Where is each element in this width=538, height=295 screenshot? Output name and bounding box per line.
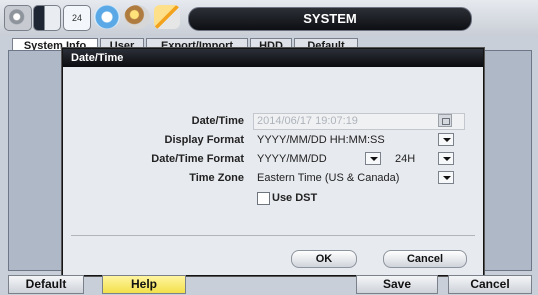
disk-icon[interactable] (124, 5, 150, 29)
ok-button[interactable]: OK (291, 250, 357, 268)
datetime-dialog: Date/Time Date/Time 2014/06/17 19:07:19 … (62, 48, 484, 276)
time-zone-label: Time Zone (189, 172, 244, 184)
calendar-icon[interactable]: 24 (63, 5, 91, 31)
time-zone-dropdown-icon[interactable] (438, 171, 454, 184)
calendar-icon-text: 24 (71, 13, 82, 23)
tools-icon[interactable] (154, 5, 180, 29)
date-format-value[interactable]: YYYY/MM/DD (257, 153, 327, 165)
help-button[interactable]: Help (102, 275, 186, 294)
datetime-format-label: Date/Time Format (151, 153, 244, 165)
video-toggle-icon[interactable] (33, 5, 61, 31)
datetime-label: Date/Time (191, 115, 244, 127)
datetime-value: 2014/06/17 19:07:19 (257, 115, 358, 127)
display-format-dropdown-icon[interactable] (438, 133, 454, 146)
display-format-value[interactable]: YYYY/MM/DD HH:MM:SS (257, 134, 385, 146)
hour-format-dropdown-icon[interactable] (438, 152, 454, 165)
window-title: SYSTEM (188, 7, 472, 31)
save-button[interactable]: Save (356, 275, 438, 294)
date-format-dropdown-icon[interactable] (365, 152, 381, 165)
default-button[interactable]: Default (8, 275, 84, 294)
cancel-button[interactable]: Cancel (448, 275, 532, 294)
dialog-cancel-button[interactable]: Cancel (383, 250, 467, 268)
hour-format-value[interactable]: 24H (395, 153, 415, 165)
display-format-label: Display Format (164, 134, 244, 146)
top-toolbar: 24 SYSTEM (0, 0, 538, 36)
network-icon[interactable] (94, 5, 120, 29)
dialog-divider (71, 235, 475, 236)
use-dst-checkbox[interactable] (257, 192, 270, 205)
time-zone-value[interactable]: Eastern Time (US & Canada) (257, 172, 399, 184)
settings-gear-icon[interactable] (4, 5, 32, 31)
calendar-picker-icon (438, 114, 452, 127)
use-dst-label: Use DST (272, 192, 318, 204)
dialog-title: Date/Time (63, 49, 483, 67)
